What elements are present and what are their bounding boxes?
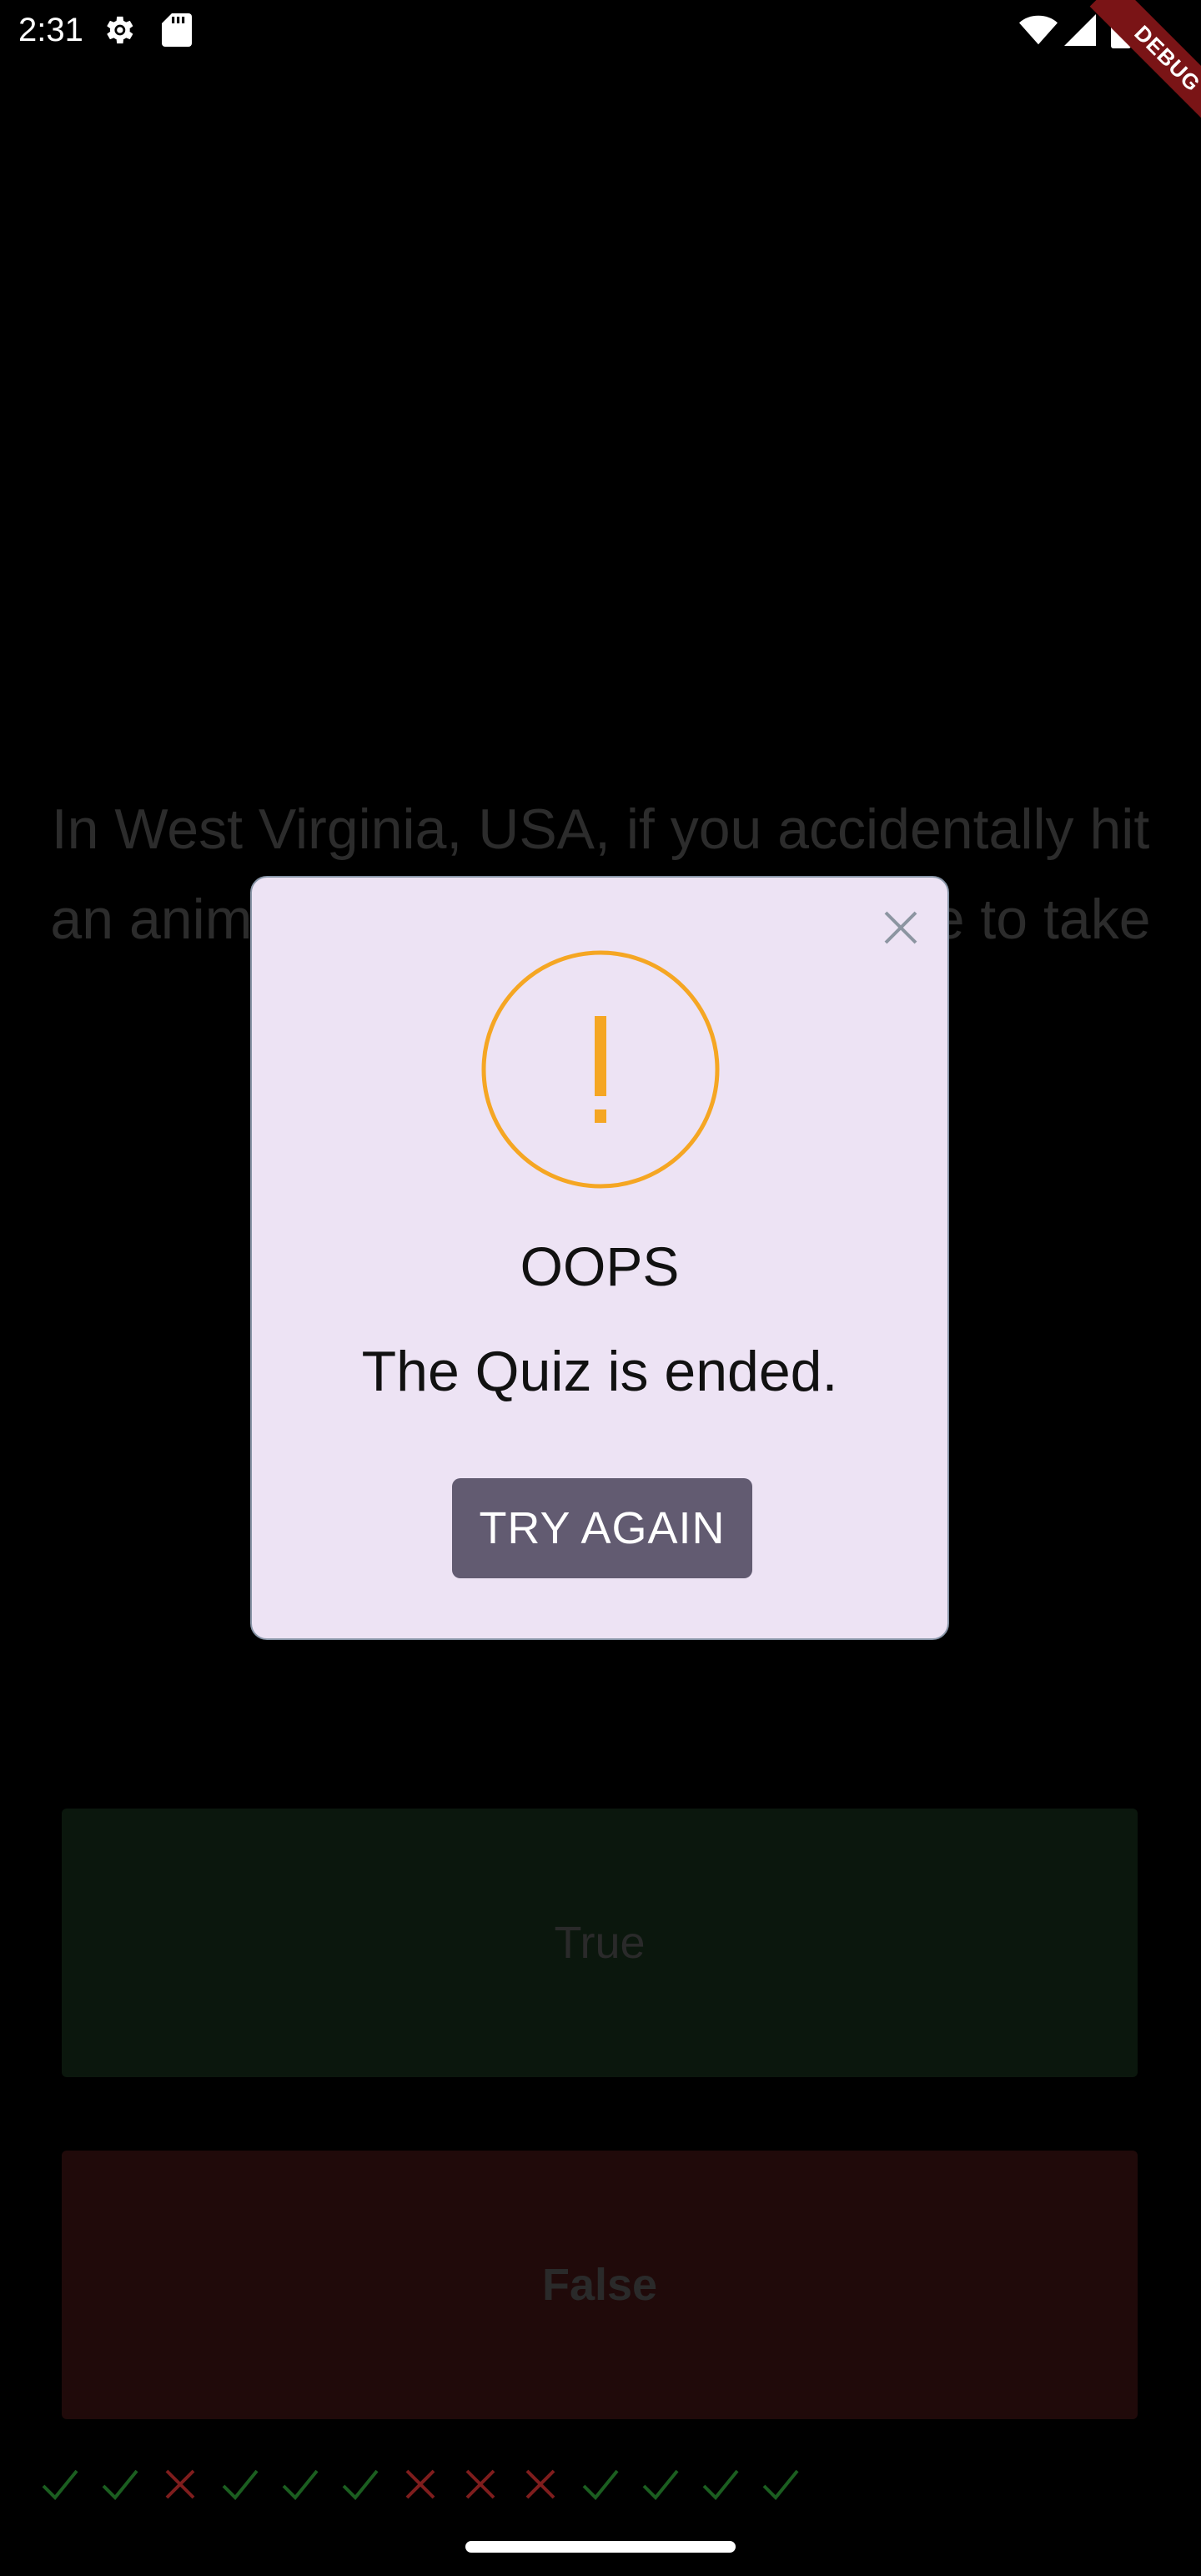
check-icon bbox=[270, 2461, 330, 2508]
quiz-ended-dialog: OOPS The Quiz is ended. TRY AGAIN bbox=[250, 876, 949, 1640]
false-button[interactable]: False bbox=[62, 2151, 1138, 2419]
try-again-button[interactable]: TRY AGAIN bbox=[452, 1478, 752, 1578]
cross-icon bbox=[510, 2461, 570, 2508]
warning-icon bbox=[481, 950, 720, 1189]
check-icon bbox=[631, 2461, 691, 2508]
cross-icon bbox=[390, 2461, 450, 2508]
true-button[interactable]: True bbox=[62, 1809, 1138, 2077]
sd-card-icon bbox=[162, 13, 192, 47]
score-tracker bbox=[30, 2461, 811, 2508]
dialog-title: OOPS bbox=[520, 1235, 680, 1297]
status-time: 2:31 bbox=[18, 12, 83, 48]
battery-icon bbox=[1111, 12, 1131, 48]
dialog-message: The Quiz is ended. bbox=[361, 1340, 838, 1403]
check-icon bbox=[90, 2461, 150, 2508]
cross-icon bbox=[150, 2461, 210, 2508]
check-icon bbox=[210, 2461, 270, 2508]
check-icon bbox=[30, 2461, 90, 2508]
gear-icon bbox=[107, 16, 133, 44]
status-bar: 2:31 bbox=[0, 0, 1201, 60]
cell-signal-icon bbox=[1064, 14, 1096, 46]
close-icon[interactable] bbox=[877, 904, 924, 951]
check-icon bbox=[691, 2461, 751, 2508]
cross-icon bbox=[450, 2461, 510, 2508]
check-icon bbox=[751, 2461, 811, 2508]
check-icon bbox=[570, 2461, 631, 2508]
check-icon bbox=[330, 2461, 390, 2508]
home-indicator[interactable] bbox=[465, 2541, 736, 2553]
wifi-icon bbox=[1019, 15, 1058, 45]
